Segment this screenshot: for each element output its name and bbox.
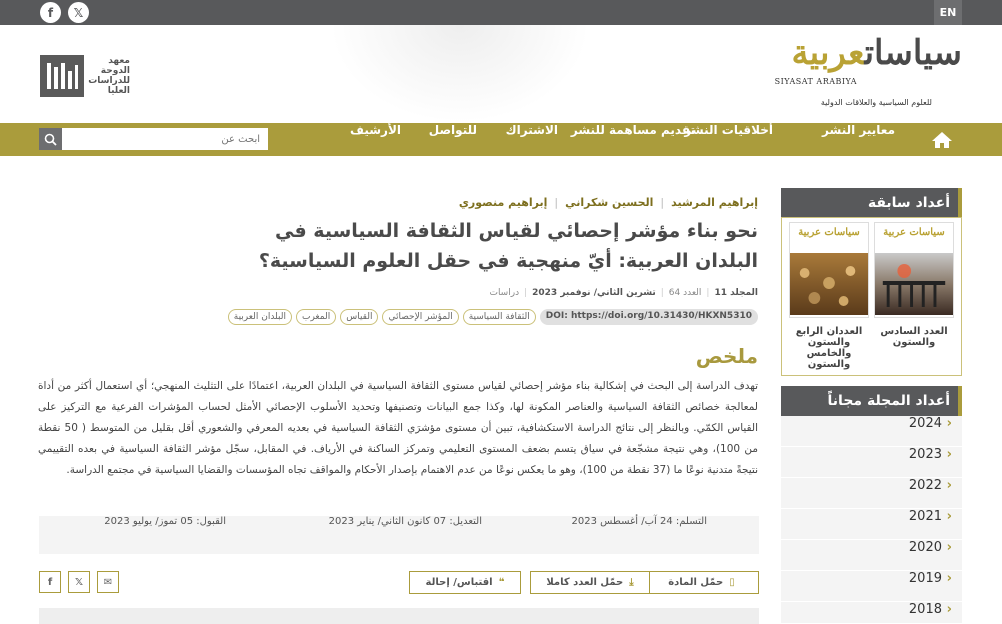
nav-item-publishing-ethics[interactable]: أخلاقيات النشر <box>684 123 773 156</box>
year-item[interactable]: ‹ 2018 <box>781 602 962 624</box>
volume-label: المجلد 11 <box>714 288 758 298</box>
download-issue-button[interactable]: ⤓ حمّل العدد كاملا <box>530 571 650 594</box>
home-icon[interactable] <box>922 123 962 156</box>
issue-label[interactable]: العدد السادس والستون <box>874 326 954 348</box>
year-item[interactable]: ‹ 2022 <box>781 478 962 509</box>
received-date: التسلم: 24 آب/ أغسطس 2023 <box>571 516 707 527</box>
issue-label[interactable]: العددان الرابع والستون والخامس والستون <box>789 326 869 370</box>
chevron-left-icon: ‹ <box>946 478 952 493</box>
email-icon[interactable]: ✉ <box>97 571 119 593</box>
article-title: نحو بناء مؤشر إحصائي لقياس الثقافة السيا… <box>258 220 758 272</box>
download-icon: ⤓ <box>629 577 634 588</box>
issue-date: تشرين الثاني/ نوفمبر 2023 <box>532 288 656 298</box>
year-item[interactable]: ‹ 2021 <box>781 509 962 540</box>
logo-arabic-part2: عربية <box>791 33 865 73</box>
nav-item-subscription[interactable]: الاشتراك <box>506 123 558 156</box>
issue-label: العدد 64 <box>668 288 702 298</box>
institute-name: معهد الدوحة للدراسات العليا <box>88 56 130 96</box>
issue-cover[interactable]: سياسات عربية <box>789 222 869 318</box>
doi-link[interactable]: DOI: https://doi.org/10.31430/HKXN5310 <box>539 309 758 325</box>
year-item[interactable]: ‹ 2020 <box>781 540 962 571</box>
search-icon[interactable] <box>39 128 62 150</box>
cover-title: سياسات عربية <box>883 227 945 238</box>
article-type: دراسات <box>489 288 520 298</box>
site-logo[interactable]: سياساتعربية <box>791 33 963 73</box>
cover-image <box>875 253 953 315</box>
chevron-left-icon: ‹ <box>946 602 952 617</box>
bottom-panel <box>39 608 759 624</box>
download-article-label: حمّل المادة <box>668 577 724 588</box>
facebook-icon[interactable]: f <box>40 2 61 23</box>
tag[interactable]: البلدان العربية <box>227 309 292 325</box>
accepted-date: القبول: 05 تموز/ يوليو 2023 <box>104 516 226 527</box>
year-item[interactable]: ‹ 2024 <box>781 416 962 447</box>
chevron-left-icon: ‹ <box>946 571 952 586</box>
tag[interactable]: المغرب <box>295 309 337 325</box>
nav-item-submit-contribution[interactable]: تقديم مساهمة للنشر <box>571 123 695 156</box>
issue-cover[interactable]: سياسات عربية <box>874 222 954 318</box>
language-button[interactable]: EN <box>934 0 962 25</box>
abstract-title: ملخص <box>695 344 758 368</box>
search-box <box>39 128 268 150</box>
chevron-left-icon: ‹ <box>946 416 952 431</box>
cite-label: اقتباس/ إحالة <box>425 577 493 588</box>
chevron-left-icon: ‹ <box>946 447 952 462</box>
quote-icon: ❝ <box>498 577 505 588</box>
author-link[interactable]: إبراهيم المرشيد <box>671 196 758 209</box>
authors: إبراهيم المرشيد|الحسين شكراني|إبراهيم من… <box>458 196 758 209</box>
abstract-text: تهدف الدراسة إلى البحث في إشكالية بناء م… <box>38 380 758 476</box>
cite-button[interactable]: ❝ اقتباس/ إحالة <box>409 571 521 594</box>
tag[interactable]: المؤشر الإحصائي <box>382 309 459 325</box>
tag[interactable]: الثقافة السياسية <box>462 309 536 325</box>
nav-item-contact[interactable]: للتواصل <box>429 123 477 156</box>
main-nav: معايير النشر أخلاقيات النشر تقديم مساهمة… <box>0 123 1002 156</box>
x-icon[interactable]: 𝕏 <box>68 2 89 23</box>
search-input[interactable] <box>62 128 268 150</box>
x-share-icon[interactable]: 𝕏 <box>68 571 90 593</box>
pdf-icon: ▯ <box>729 577 735 588</box>
nav-item-archive[interactable]: الأرشيف <box>350 123 401 156</box>
previous-issues-heading: أعداد سابقة <box>781 188 962 218</box>
cover-image <box>790 253 868 315</box>
site-header: سياساتعربية SIYASAT ARABIYA للعلوم السيا… <box>0 25 1002 123</box>
facebook-share-icon[interactable]: f <box>39 571 61 593</box>
top-bar: f 𝕏 EN <box>0 0 1002 25</box>
revised-date: التعديل: 07 كانون الثاني/ يناير 2023 <box>328 516 482 527</box>
institute-logo-mark <box>40 55 84 97</box>
chevron-left-icon: ‹ <box>946 509 952 524</box>
download-article-button[interactable]: ▯ حمّل المادة <box>644 571 759 594</box>
logo-tagline: للعلوم السياسية والعلاقات الدولية <box>820 98 932 107</box>
logo-arabic-part1: سياسات <box>864 33 963 73</box>
download-issue-label: حمّل العدد كاملا <box>546 577 624 588</box>
nav-item-publishing-criteria[interactable]: معايير النشر <box>822 123 895 156</box>
logo-english: SIYASAT ARABIYA <box>774 77 857 86</box>
dates-panel: التسلم: 24 آب/ أغسطس 2023 التعديل: 07 كا… <box>39 516 759 554</box>
header-background <box>330 25 590 123</box>
previous-issues-box: سياسات عربية سياسات عربية العدد السادس و… <box>781 217 962 376</box>
author-link[interactable]: إبراهيم منصوري <box>459 196 548 209</box>
tag-list: DOI: https://doi.org/10.31430/HKXN5310 ا… <box>227 309 758 325</box>
year-item[interactable]: ‹ 2023 <box>781 447 962 478</box>
institute-logo[interactable]: معهد الدوحة للدراسات العليا <box>40 55 130 97</box>
tag[interactable]: القياس <box>340 309 379 325</box>
chevron-left-icon: ‹ <box>946 540 952 555</box>
author-link[interactable]: الحسين شكراني <box>565 196 653 209</box>
cover-title: سياسات عربية <box>798 227 860 238</box>
article-meta: المجلد 11|العدد 64|تشرين الثاني/ نوفمبر … <box>489 288 758 298</box>
free-issues-heading: أعداد المجلة مجاناً <box>781 386 962 416</box>
year-item[interactable]: ‹ 2019 <box>781 571 962 602</box>
